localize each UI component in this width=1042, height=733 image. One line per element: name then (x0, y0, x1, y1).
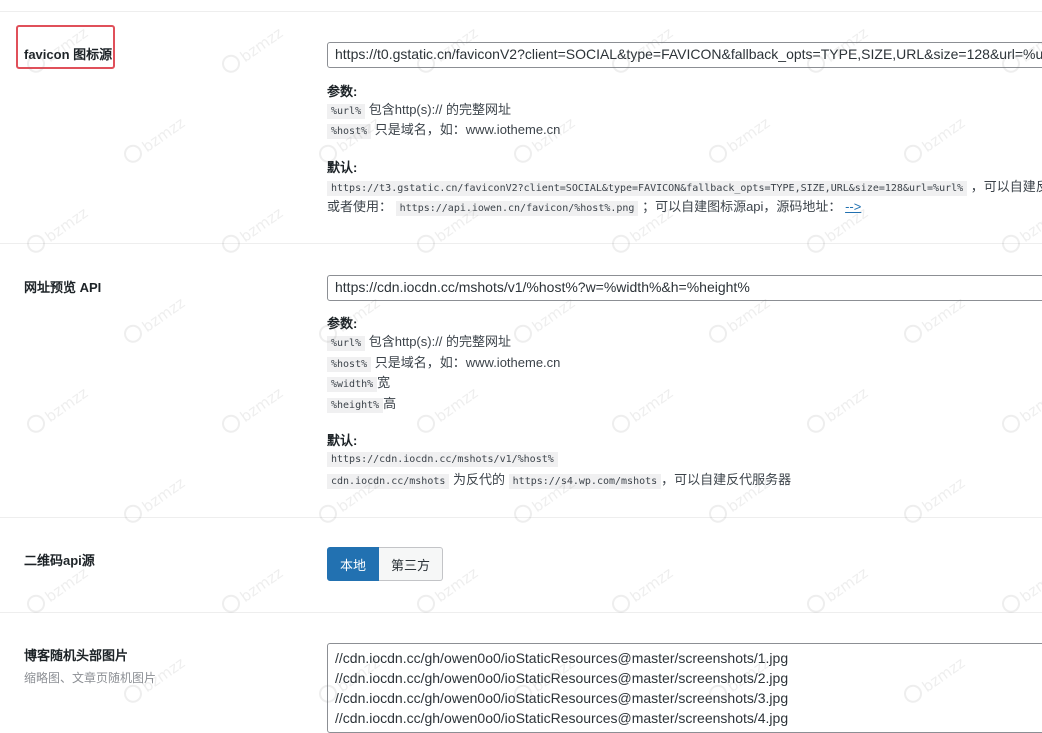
qrcode-option-local[interactable]: 本地 (327, 547, 380, 581)
textarea-line: //cdn.iocdn.cc/gh/owen0o0/ioStaticResour… (335, 650, 789, 666)
param-desc: 高 (383, 396, 397, 411)
preview-param-host: %host% 只是域名，如：www.iotheme.cn (327, 352, 561, 372)
param-desc: 只是域名，如：www.iotheme.cn (374, 355, 561, 370)
blog-images-label: 博客随机头部图片 (24, 648, 129, 663)
qrcode-label: 二维码api源 (24, 553, 95, 568)
section-divider (0, 243, 1042, 244)
watermark: bzmzz (121, 292, 188, 348)
blog-images-sublabel: 缩略图、文章页随机图片 (24, 671, 157, 685)
preview-mirror-row: cdn.iocdn.cc/mshots 为反代的 https://s4.wp.c… (327, 469, 792, 489)
section-divider (0, 612, 1042, 613)
watermark: bzmzz (804, 382, 871, 438)
qrcode-option-third-party[interactable]: 第三方 (379, 547, 444, 581)
textarea-line: //cdn.iocdn.cc/gh/owen0o0/ioStaticResour… (335, 690, 789, 706)
mirror-suffix: ，可以自建反代服务器 (661, 472, 792, 487)
default-code: https://cdn.iocdn.cc/mshots/v1/%host% (327, 452, 558, 467)
watermark: bzmzz (24, 562, 91, 618)
watermark: bzmzz (219, 202, 286, 258)
alt-suffix: ；可以自建图标源api，源码地址： (642, 199, 842, 214)
watermark: bzmzz (804, 562, 871, 618)
param-code: %host% (327, 357, 372, 372)
watermark: bzmzz (24, 382, 91, 438)
blog-images-textarea[interactable]: //cdn.iocdn.cc/gh/owen0o0/ioStaticResour… (327, 643, 1042, 733)
textarea-line: //cdn.iocdn.cc/gh/owen0o0/ioStaticResour… (335, 710, 789, 726)
param-desc: 包含http(s):// 的完整网址 (368, 334, 512, 349)
favicon-alt-row: 或者使用： https://api.iowen.cn/favicon/%host… (327, 196, 861, 216)
watermark: bzmzz (219, 562, 286, 618)
param-desc: 宽 (377, 375, 391, 390)
favicon-param-host: %host% 只是域名，如：www.iotheme.cn (327, 119, 561, 139)
favicon-default-label: 默认: (327, 160, 358, 175)
watermark: bzmzz (706, 112, 773, 168)
param-code: %width% (327, 377, 378, 392)
watermark: bzmzz (999, 562, 1042, 618)
preview-default-label: 默认: (327, 433, 358, 448)
preview-param-url: %url% 包含http(s):// 的完整网址 (327, 331, 512, 351)
mirror-target: https://s4.wp.com/mshots (508, 474, 662, 489)
default-code: https://t3.gstatic.cn/faviconV2?client=S… (327, 181, 968, 196)
watermark: bzmzz (219, 382, 286, 438)
watermark: bzmzz (219, 22, 286, 78)
top-divider (0, 11, 1042, 12)
watermark: bzmzz (901, 472, 968, 528)
param-desc: 只是域名，如：www.iotheme.cn (374, 122, 561, 137)
watermark: bzmzz (121, 112, 188, 168)
favicon-param-url: %url% 包含http(s):// 的完整网址 (327, 99, 512, 119)
mirror-mid: 为反代的 (453, 472, 506, 487)
watermark: bzmzz (609, 562, 676, 618)
preview-api-label: 网址预览 API (24, 280, 102, 295)
favicon-default-row: https://t3.gstatic.cn/faviconV2?client=S… (327, 176, 1042, 196)
param-desc: 包含http(s):// 的完整网址 (368, 102, 512, 117)
preview-param-width: %width% 宽 (327, 372, 391, 392)
default-suffix: ，可以自建反代 (970, 179, 1042, 194)
qrcode-source-toggle: 本地 第三方 (327, 547, 444, 581)
watermark: bzmzz (609, 382, 676, 438)
watermark: bzmzz (999, 382, 1042, 438)
watermark: bzmzz (999, 202, 1042, 258)
watermark: bzmzz (24, 202, 91, 258)
preview-api-input[interactable]: https://cdn.iocdn.cc/mshots/v1/%host%?w=… (327, 275, 1042, 301)
favicon-label: favicon 图标源 (24, 47, 113, 62)
watermark: bzmzz (414, 382, 481, 438)
preview-params-label: 参数: (327, 316, 358, 331)
preview-param-height: %height% 高 (327, 393, 397, 413)
favicon-source-input[interactable]: https://t0.gstatic.cn/faviconV2?client=S… (327, 42, 1042, 68)
alt-code: https://api.iowen.cn/favicon/%host%.png (395, 201, 639, 216)
watermark: bzmzz (901, 112, 968, 168)
textarea-line: //cdn.iocdn.cc/gh/owen0o0/ioStaticResour… (335, 670, 789, 686)
favicon-params-label: 参数: (327, 84, 358, 99)
preview-default-row: https://cdn.iocdn.cc/mshots/v1/%host% (327, 450, 558, 467)
mirror-code: cdn.iocdn.cc/mshots (327, 474, 450, 489)
watermark: bzmzz (121, 472, 188, 528)
param-code: %height% (327, 398, 384, 413)
param-code: %url% (327, 336, 366, 351)
alt-prefix: 或者使用： (327, 199, 393, 214)
param-code: %host% (327, 124, 372, 139)
param-code: %url% (327, 104, 366, 119)
source-code-link[interactable]: --> (845, 199, 861, 214)
section-divider (0, 517, 1042, 518)
